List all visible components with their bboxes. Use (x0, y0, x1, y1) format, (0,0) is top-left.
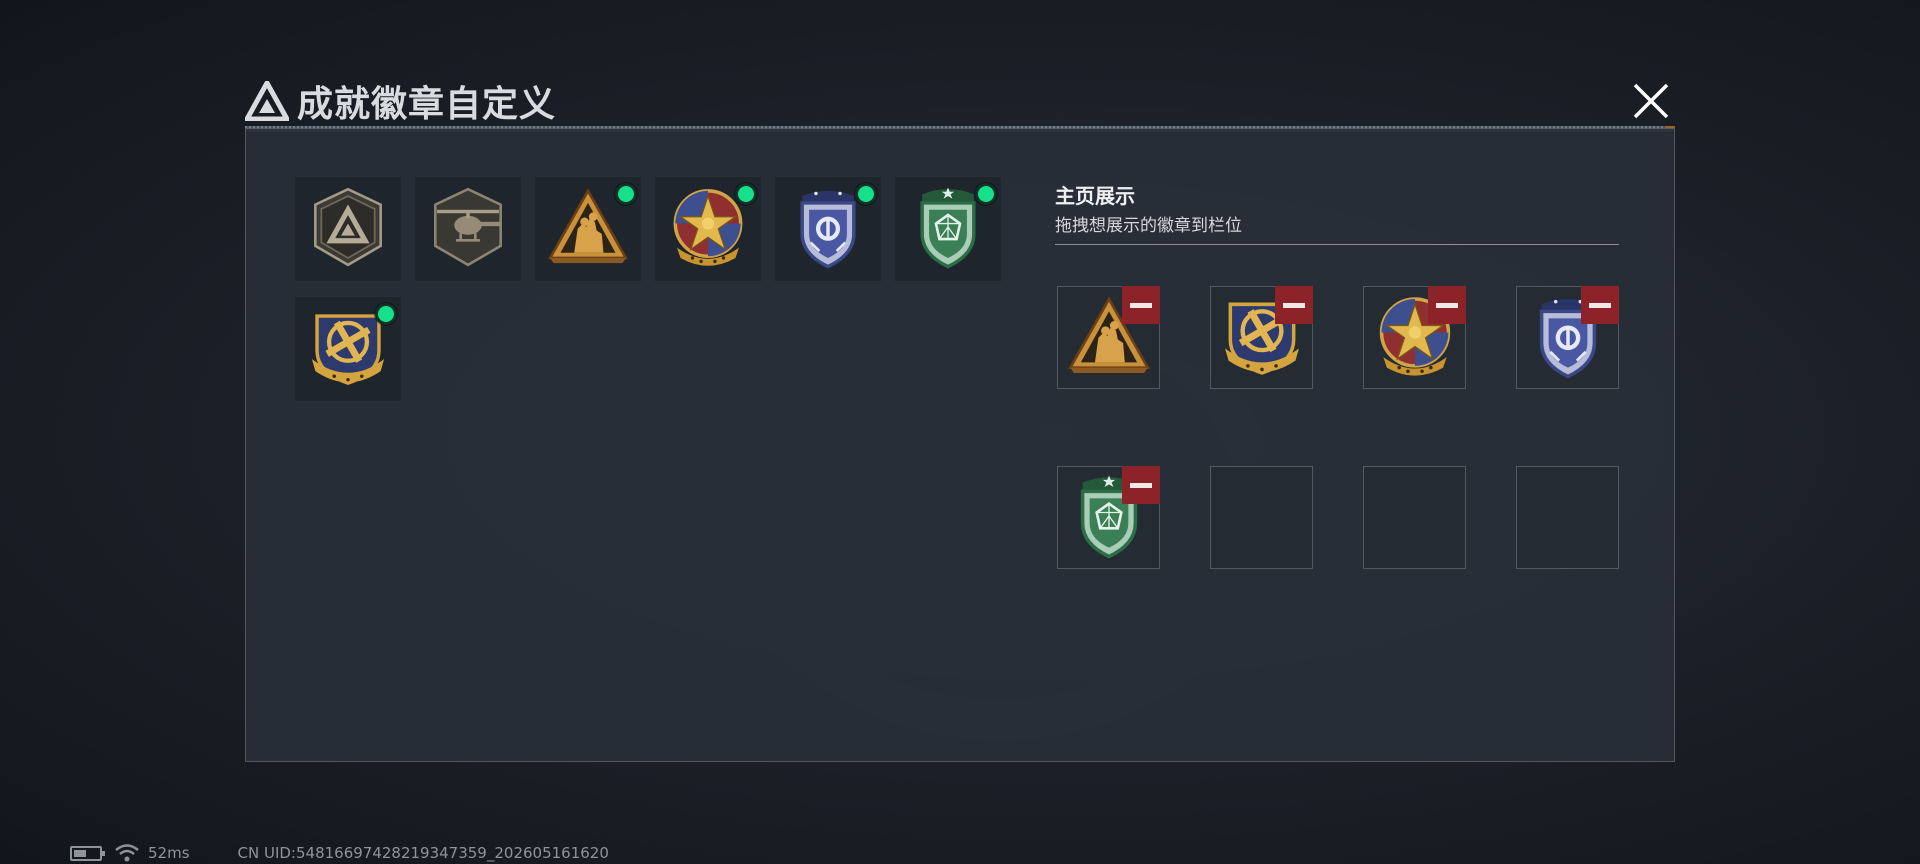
minus-icon (1589, 302, 1611, 308)
showcase-slot-1[interactable] (1057, 286, 1160, 389)
remove-badge-button[interactable] (1428, 286, 1466, 324)
minus-icon (1283, 302, 1305, 308)
uid-readout: CN UID:5481669742821934735​9_20260516162… (237, 844, 609, 862)
showcase-slot-3[interactable] (1363, 286, 1466, 389)
shield-triangle-badge-icon (305, 184, 391, 274)
remove-badge-button[interactable] (1275, 286, 1313, 324)
showcase-slot-8[interactable] (1516, 466, 1619, 569)
badge-helicopter-badge[interactable] (414, 176, 522, 282)
showcase-divider (1055, 244, 1619, 245)
badge-soldiers-triangle-badge[interactable] (534, 176, 642, 282)
new-indicator-dot (615, 183, 637, 205)
showcase-slot-7[interactable] (1363, 466, 1466, 569)
showcase-slot-4[interactable] (1516, 286, 1619, 389)
badge-star-compass-badge[interactable] (654, 176, 762, 282)
badge-blue-shield-badge[interactable] (774, 176, 882, 282)
remove-badge-button[interactable] (1122, 466, 1160, 504)
minus-icon (1130, 482, 1152, 488)
showcase-title: 主页展示 (1055, 184, 1135, 208)
new-indicator-dot (735, 183, 757, 205)
remove-badge-button[interactable] (1581, 286, 1619, 324)
close-icon[interactable] (1632, 82, 1670, 124)
triangle-logo-icon (242, 77, 292, 122)
new-indicator-dot (855, 183, 877, 205)
status-bar: 52ms CN UID:5481669742821934735​9_202605… (70, 844, 609, 862)
showcase-slot-6[interactable] (1210, 466, 1313, 569)
remove-badge-button[interactable] (1122, 286, 1160, 324)
window-header: 成就徽章自定义 (242, 77, 557, 125)
ping-readout: 52ms (148, 844, 190, 862)
new-indicator-dot (975, 183, 997, 205)
badge-shield-triangle-badge[interactable] (294, 176, 402, 282)
badge-gold-anchor-badge[interactable] (294, 296, 402, 402)
page-title: 成就徽章自定义 (297, 84, 557, 125)
showcase-slot-5[interactable] (1057, 466, 1160, 569)
badge-green-shield-badge[interactable] (894, 176, 1002, 282)
minus-icon (1436, 302, 1458, 308)
wifi-icon (114, 844, 140, 862)
new-indicator-dot (375, 303, 397, 325)
showcase-slot-2[interactable] (1210, 286, 1313, 389)
close-button[interactable] (1628, 80, 1674, 126)
helicopter-badge-icon (425, 184, 511, 274)
showcase-instructions: 拖拽想展示的徽章到栏位 (1055, 216, 1242, 236)
minus-icon (1130, 302, 1152, 308)
battery-icon (70, 845, 105, 861)
